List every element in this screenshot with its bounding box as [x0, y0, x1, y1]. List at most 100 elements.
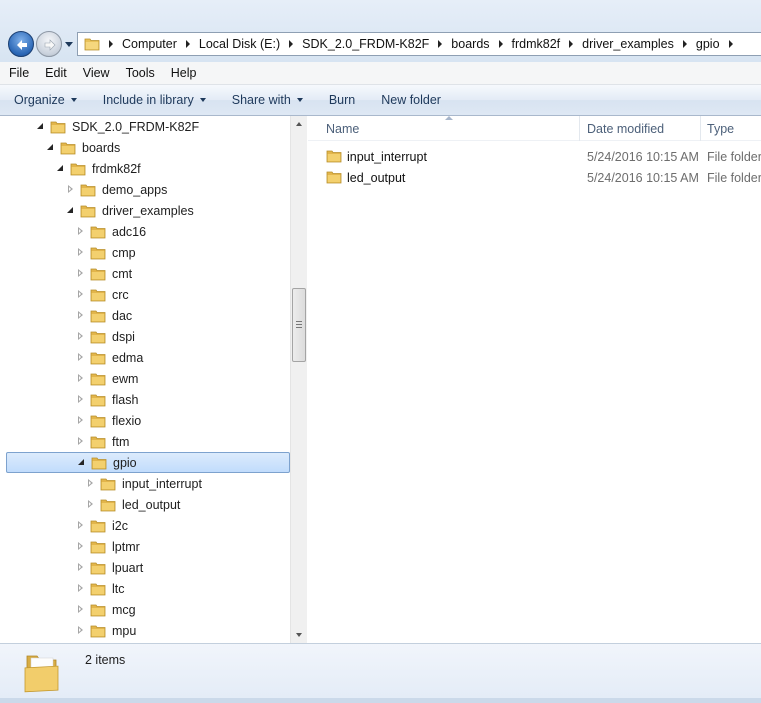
- tree-item-label: dac: [112, 308, 133, 323]
- breadcrumb-separator-icon[interactable]: [185, 40, 190, 48]
- expand-arrow-icon[interactable]: [86, 478, 96, 489]
- tree-item-ltc[interactable]: ltc: [6, 578, 290, 599]
- expand-arrow-icon[interactable]: [86, 499, 96, 510]
- breadcrumb-item[interactable]: SDK_2.0_FRDM-K82F: [302, 37, 429, 51]
- tree-item-demo-apps[interactable]: demo_apps: [6, 179, 290, 200]
- expand-arrow-icon[interactable]: [76, 289, 86, 300]
- expand-arrow-icon[interactable]: [76, 541, 86, 552]
- column-date-label: Date modified: [587, 121, 665, 136]
- tree-item-i2c[interactable]: i2c: [6, 515, 290, 536]
- tree-item-mcg[interactable]: mcg: [6, 599, 290, 620]
- tree-item-led-output[interactable]: led_output: [6, 494, 290, 515]
- expand-arrow-icon[interactable]: [76, 436, 86, 447]
- collapse-arrow-icon[interactable]: [36, 122, 46, 132]
- scroll-down-button[interactable]: [291, 626, 307, 643]
- menu-item-view[interactable]: View: [83, 66, 110, 80]
- tree-item-mpu[interactable]: mpu: [6, 620, 290, 641]
- include-in-library-button[interactable]: Include in library: [103, 93, 206, 107]
- tree-item-lptmr[interactable]: lptmr: [6, 536, 290, 557]
- breadcrumb-item[interactable]: boards: [451, 37, 489, 51]
- tree-item-sdk-2-0-frdm-k82f[interactable]: SDK_2.0_FRDM-K82F: [6, 116, 290, 137]
- expand-arrow-icon[interactable]: [76, 226, 86, 237]
- forward-button[interactable]: [36, 31, 62, 57]
- tree-item-ftm[interactable]: ftm: [6, 431, 290, 452]
- menu-item-edit[interactable]: Edit: [45, 66, 67, 80]
- tree-item-dspi[interactable]: dspi: [6, 326, 290, 347]
- tree-item-cmp[interactable]: cmp: [6, 242, 290, 263]
- expand-arrow-icon[interactable]: [76, 583, 86, 594]
- recent-pages-dropdown-icon[interactable]: [64, 40, 74, 50]
- tree-item-boards[interactable]: boards: [6, 137, 290, 158]
- expand-arrow-icon[interactable]: [76, 331, 86, 342]
- column-date-modified[interactable]: Date modified: [579, 116, 701, 141]
- share-with-button[interactable]: Share with: [232, 93, 303, 107]
- scroll-up-button[interactable]: [291, 116, 307, 133]
- tree-folder-icon: [80, 204, 96, 218]
- breadcrumb-separator-icon[interactable]: [682, 40, 687, 48]
- tree-item-dac[interactable]: dac: [6, 305, 290, 326]
- organize-button[interactable]: Organize: [14, 93, 77, 107]
- expand-arrow-icon[interactable]: [66, 184, 76, 195]
- tree-item-frdmk82f[interactable]: frdmk82f: [6, 158, 290, 179]
- navigation-scrollbar[interactable]: [290, 116, 307, 643]
- expand-arrow-icon[interactable]: [76, 394, 86, 405]
- organize-label: Organize: [14, 93, 65, 107]
- breadcrumb-item[interactable]: Computer: [122, 37, 177, 51]
- breadcrumb-item[interactable]: driver_examples: [582, 37, 674, 51]
- tree-item-crc[interactable]: crc: [6, 284, 290, 305]
- scroll-thumb[interactable]: [292, 288, 306, 362]
- expand-arrow-icon[interactable]: [76, 352, 86, 363]
- grip-icon: [296, 321, 302, 328]
- breadcrumb-separator-icon[interactable]: [289, 40, 294, 48]
- breadcrumb-item[interactable]: frdmk82f: [512, 37, 561, 51]
- expand-arrow-icon[interactable]: [76, 310, 86, 321]
- folder-icon: [90, 373, 106, 385]
- new-folder-button[interactable]: New folder: [381, 93, 441, 107]
- collapse-arrow-icon[interactable]: [66, 206, 76, 216]
- collapse-arrow-icon[interactable]: [56, 164, 66, 174]
- menu-item-file[interactable]: File: [9, 66, 29, 80]
- breadcrumb-separator-icon[interactable]: [498, 40, 503, 48]
- breadcrumb-separator-icon[interactable]: [728, 40, 733, 48]
- expand-arrow-icon[interactable]: [76, 604, 86, 615]
- tree-item-edma[interactable]: edma: [6, 347, 290, 368]
- forward-arrow-icon: [44, 39, 56, 51]
- breadcrumb-item[interactable]: Local Disk (E:): [199, 37, 280, 51]
- breadcrumb-separator-icon[interactable]: [438, 40, 443, 48]
- tree-folder-icon: [90, 519, 106, 533]
- burn-button[interactable]: Burn: [329, 93, 355, 107]
- menu-item-tools[interactable]: Tools: [126, 66, 155, 80]
- tree-item-label: demo_apps: [102, 182, 168, 197]
- expand-arrow-icon[interactable]: [76, 520, 86, 531]
- expand-arrow-icon[interactable]: [76, 268, 86, 279]
- tree-item-flash[interactable]: flash: [6, 389, 290, 410]
- tree-item-lpuart[interactable]: lpuart: [6, 557, 290, 578]
- tree-item-adc16[interactable]: adc16: [6, 221, 290, 242]
- tree-item-driver-examples[interactable]: driver_examples: [6, 200, 290, 221]
- tree-folder-icon: [100, 477, 116, 491]
- collapse-arrow-icon[interactable]: [46, 143, 56, 153]
- tree-item-flexio[interactable]: flexio: [6, 410, 290, 431]
- expand-arrow-icon[interactable]: [76, 373, 86, 384]
- column-type[interactable]: Type: [699, 116, 761, 141]
- tree-item-input-interrupt[interactable]: input_interrupt: [6, 473, 290, 494]
- navigation-pane[interactable]: SDK_2.0_FRDM-K82F boards frdmk82f demo_apps…: [0, 116, 307, 643]
- collapse-arrow-icon[interactable]: [77, 458, 87, 468]
- expand-arrow-icon[interactable]: [76, 247, 86, 258]
- menu-item-help[interactable]: Help: [171, 66, 197, 80]
- tree-item-ewm[interactable]: ewm: [6, 368, 290, 389]
- file-name: input_interrupt: [347, 149, 427, 164]
- file-list[interactable]: Name Date modified Type input_interrupt 5…: [308, 116, 761, 643]
- breadcrumb-item[interactable]: gpio: [696, 37, 720, 51]
- file-row[interactable]: led_output 5/24/2016 10:15 AM File folder: [322, 167, 761, 188]
- file-row[interactable]: input_interrupt 5/24/2016 10:15 AM File fo…: [322, 146, 761, 167]
- address-bar[interactable]: Computer Local Disk (E:) SDK_2.0_FRDM-K82F…: [77, 32, 761, 56]
- breadcrumb-separator-icon[interactable]: [569, 40, 574, 48]
- expand-arrow-icon[interactable]: [76, 415, 86, 426]
- tree-item-gpio[interactable]: gpio: [6, 452, 290, 473]
- expand-arrow-icon[interactable]: [76, 625, 86, 636]
- breadcrumb-separator-icon[interactable]: [109, 40, 113, 48]
- back-button[interactable]: [8, 31, 34, 57]
- expand-arrow-icon[interactable]: [76, 562, 86, 573]
- tree-item-cmt[interactable]: cmt: [6, 263, 290, 284]
